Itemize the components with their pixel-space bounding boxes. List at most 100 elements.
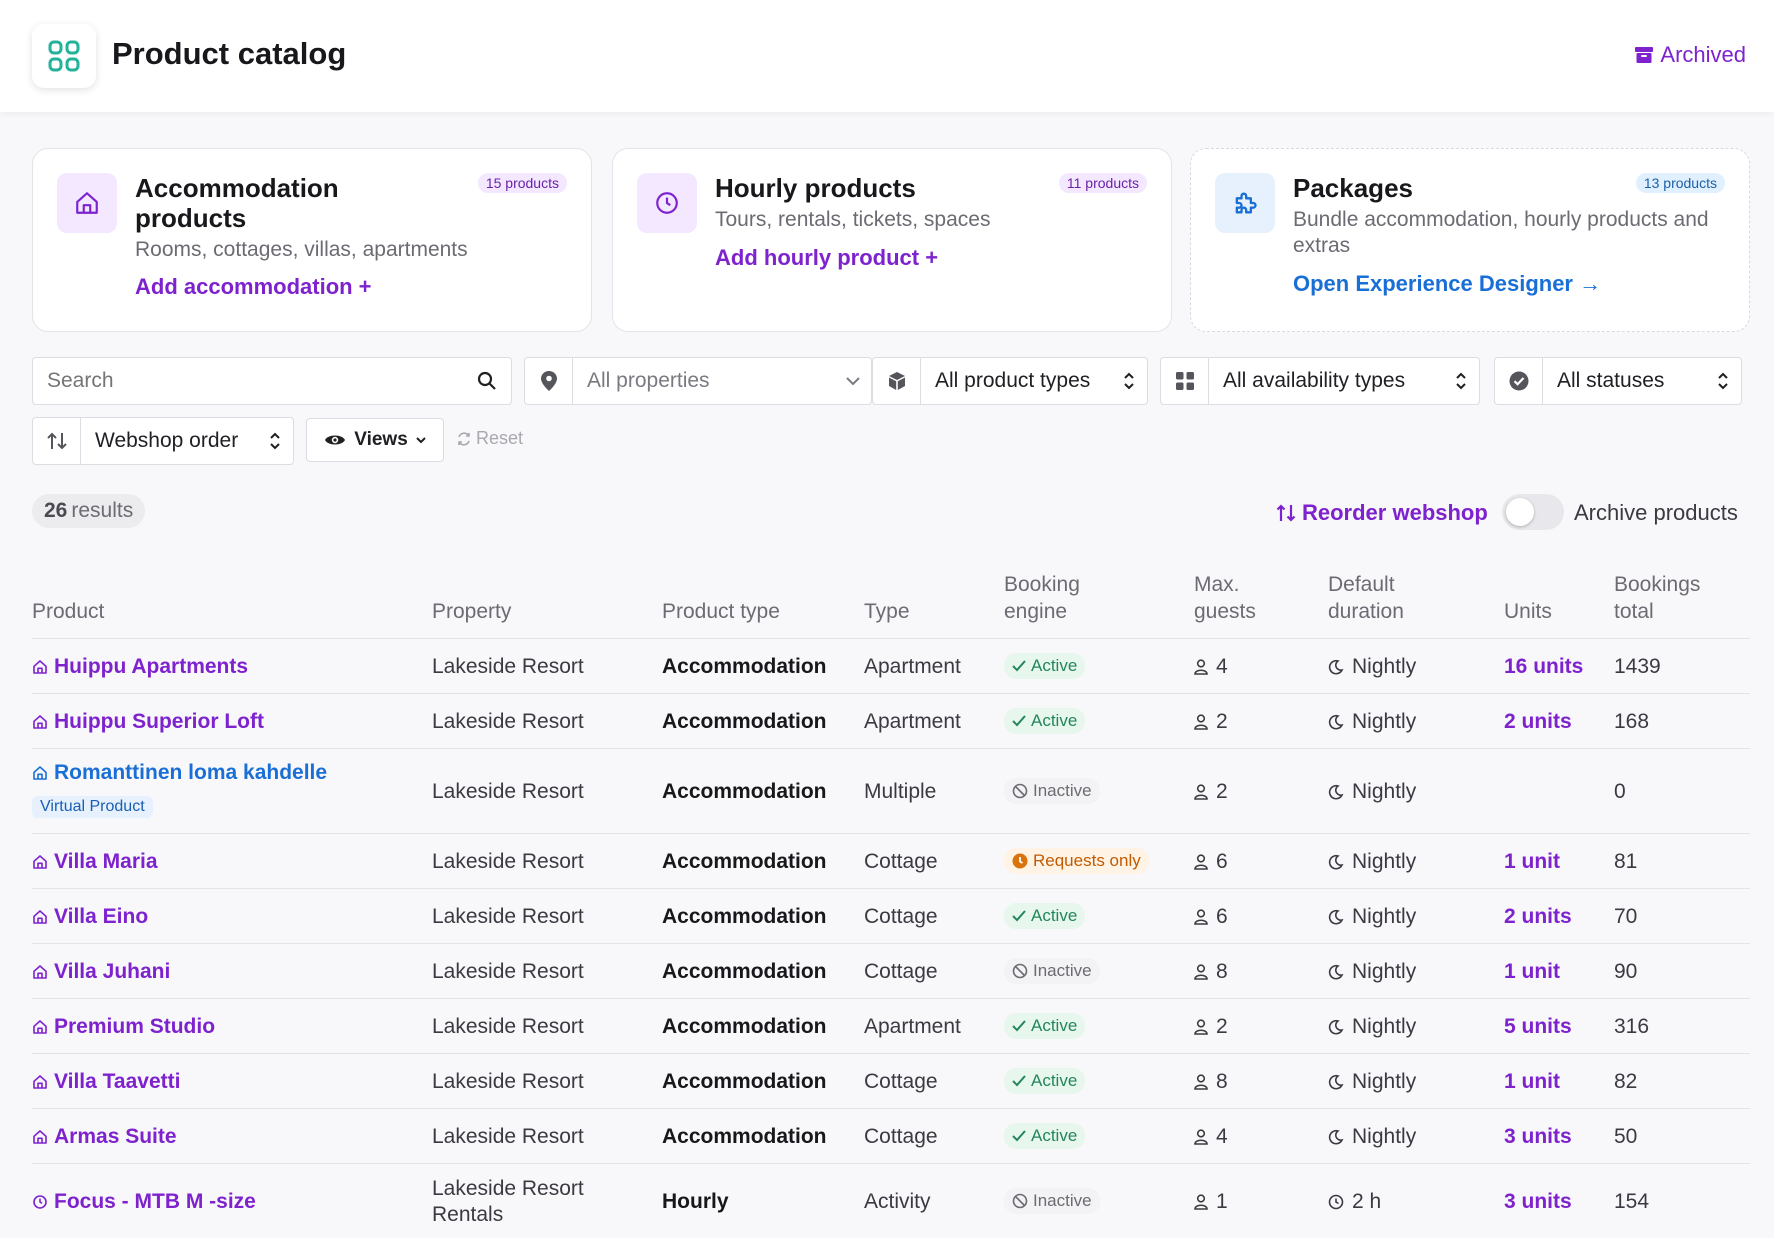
person-icon bbox=[1194, 713, 1208, 730]
product-name-link[interactable]: Villa Eino bbox=[32, 905, 148, 929]
header-line: Default bbox=[1328, 573, 1395, 596]
booking-status-badge: Active bbox=[1004, 1122, 1086, 1149]
table-row[interactable]: Romanttinen loma kahdelle Virtual Product… bbox=[32, 748, 1750, 833]
product-name: Premium Studio bbox=[54, 1014, 216, 1038]
units-link[interactable]: 2 units bbox=[1504, 710, 1572, 734]
default-duration: Nightly bbox=[1328, 1015, 1416, 1039]
booking-status-badge: Inactive bbox=[1004, 777, 1100, 804]
units-link[interactable]: 16 units bbox=[1504, 655, 1583, 679]
moon-icon bbox=[1328, 854, 1344, 869]
virtual-product-badge: Virtual Product bbox=[32, 796, 153, 818]
units-link[interactable]: 1 unit bbox=[1504, 850, 1560, 874]
table-row[interactable]: Focus - MTB M -size Lakeside Resort Rental… bbox=[32, 1163, 1750, 1238]
type-name: Apartment bbox=[864, 1014, 961, 1038]
property-name: Lakeside Resort bbox=[432, 1124, 584, 1148]
product-name-link[interactable]: Focus - MTB M -size bbox=[32, 1190, 256, 1214]
sort-arrows-icon bbox=[257, 431, 293, 451]
header-line: Bookings bbox=[1614, 573, 1701, 596]
default-duration: Nightly bbox=[1328, 1070, 1416, 1094]
max-guests: 2 bbox=[1194, 780, 1228, 804]
product-name-link[interactable]: Villa Juhani bbox=[32, 960, 170, 984]
reset-label: Reset bbox=[476, 428, 524, 448]
search-field[interactable] bbox=[32, 357, 512, 405]
column-header-bookings-total[interactable]: Bookings total bbox=[1614, 571, 1700, 625]
product-type: Accommodation bbox=[662, 904, 827, 928]
status-select[interactable]: All statuses bbox=[1494, 357, 1742, 405]
results-count: 26 results bbox=[32, 494, 146, 528]
ban-icon bbox=[1012, 783, 1028, 798]
column-header-booking-engine[interactable]: Booking engine bbox=[1004, 571, 1080, 625]
table-row[interactable]: Villa Maria Lakeside Resort Accommodation C… bbox=[32, 833, 1750, 888]
column-header-product-type[interactable]: Product type bbox=[662, 598, 780, 625]
open-experience-designer-link[interactable]: Open Experience Designer → bbox=[1293, 271, 1601, 297]
max-guests: 2 bbox=[1194, 1015, 1228, 1039]
views-button[interactable]: Views bbox=[306, 418, 444, 462]
product-name-link[interactable]: Premium Studio bbox=[32, 1015, 215, 1039]
table-row[interactable]: Villa Juhani Lakeside Resort Accommodation… bbox=[32, 943, 1750, 998]
table-row[interactable]: Huippu Superior Loft Lakeside Resort Accom… bbox=[32, 693, 1750, 748]
column-header-type[interactable]: Type bbox=[864, 598, 910, 625]
clock-icon bbox=[33, 1194, 47, 1209]
column-header-product[interactable]: Product bbox=[32, 598, 104, 625]
home-icon bbox=[33, 1129, 47, 1144]
column-header-max-guests[interactable]: Max. guests bbox=[1194, 571, 1256, 625]
product-type: Accommodation bbox=[662, 959, 827, 983]
product-name: Huippu Superior Loft bbox=[54, 709, 264, 733]
default-duration: Nightly bbox=[1328, 960, 1416, 984]
search-input[interactable] bbox=[33, 369, 463, 393]
column-header-default-duration[interactable]: Default duration bbox=[1328, 571, 1404, 625]
product-name-link[interactable]: Villa Maria bbox=[32, 850, 158, 874]
duration-value: Nightly bbox=[1352, 1014, 1417, 1038]
column-header-property[interactable]: Property bbox=[432, 598, 511, 625]
reset-button[interactable]: Reset bbox=[456, 428, 523, 449]
product-count-badge: 13 products bbox=[1635, 173, 1725, 193]
bookings-total: 316 bbox=[1614, 1014, 1650, 1038]
archived-link[interactable]: Archived bbox=[1634, 42, 1746, 68]
property-select[interactable]: All properties bbox=[524, 357, 872, 405]
status-label: Inactive bbox=[1033, 960, 1092, 980]
search-icon[interactable] bbox=[463, 371, 511, 391]
table-row[interactable]: Armas Suite Lakeside Resort Accommodation C… bbox=[32, 1108, 1750, 1163]
ban-icon bbox=[1012, 963, 1028, 978]
units-link[interactable]: 3 units bbox=[1504, 1190, 1572, 1214]
product-name-link[interactable]: Armas Suite bbox=[32, 1125, 177, 1149]
units-link[interactable]: 1 unit bbox=[1504, 1070, 1560, 1094]
moon-icon bbox=[1328, 1129, 1344, 1144]
type-name: Multiple bbox=[864, 779, 937, 803]
table-row[interactable]: Villa Taavetti Lakeside Resort Accommodati… bbox=[32, 1053, 1750, 1108]
add-hourly-product-link[interactable]: Add hourly product + bbox=[715, 245, 938, 271]
sort-select[interactable]: Webshop order bbox=[32, 417, 294, 465]
product-name-link[interactable]: Romanttinen loma kahdelle bbox=[32, 761, 327, 785]
units-link[interactable]: 5 units bbox=[1504, 1015, 1572, 1039]
cube-icon bbox=[873, 358, 921, 404]
product-name-link[interactable]: Huippu Apartments bbox=[32, 655, 248, 679]
card-description: Tours, rentals, tickets, spaces bbox=[715, 208, 991, 231]
units-link[interactable]: 3 units bbox=[1504, 1125, 1572, 1149]
guests-value: 1 bbox=[1216, 1189, 1228, 1213]
results-number: 26 bbox=[44, 499, 68, 522]
reorder-webshop-button[interactable]: Reorder webshop bbox=[1276, 500, 1488, 526]
units-link[interactable]: 2 units bbox=[1504, 905, 1572, 929]
guests-value: 2 bbox=[1216, 1014, 1228, 1038]
packages-card: Packages 13 products Bundle accommodatio… bbox=[1190, 148, 1750, 332]
product-name-link[interactable]: Villa Taavetti bbox=[32, 1070, 180, 1094]
booking-status-badge: Active bbox=[1004, 707, 1086, 734]
clock-icon bbox=[1328, 1194, 1344, 1209]
home-icon bbox=[33, 714, 47, 729]
units-link[interactable]: 1 unit bbox=[1504, 960, 1560, 984]
table-row[interactable]: Villa Eino Lakeside Resort Accommodation Co… bbox=[32, 888, 1750, 943]
default-duration: Nightly bbox=[1328, 905, 1416, 929]
guests-value: 4 bbox=[1216, 654, 1228, 678]
duration-value: Nightly bbox=[1352, 709, 1417, 733]
card-title: Packages bbox=[1293, 173, 1413, 203]
header-line: Max. bbox=[1194, 573, 1240, 596]
product-type: Accommodation bbox=[662, 1069, 827, 1093]
availability-select[interactable]: All availability types bbox=[1160, 357, 1480, 405]
table-row[interactable]: Premium Studio Lakeside Resort Accommodati… bbox=[32, 998, 1750, 1053]
product-type-select[interactable]: All product types bbox=[872, 357, 1148, 405]
archive-products-toggle[interactable] bbox=[1502, 494, 1564, 530]
product-name-link[interactable]: Huippu Superior Loft bbox=[32, 710, 264, 734]
add-accommodation-link[interactable]: Add accommodation + bbox=[135, 274, 372, 300]
column-header-units[interactable]: Units bbox=[1504, 598, 1552, 625]
table-row[interactable]: Huippu Apartments Lakeside Resort Accommod… bbox=[32, 638, 1750, 693]
